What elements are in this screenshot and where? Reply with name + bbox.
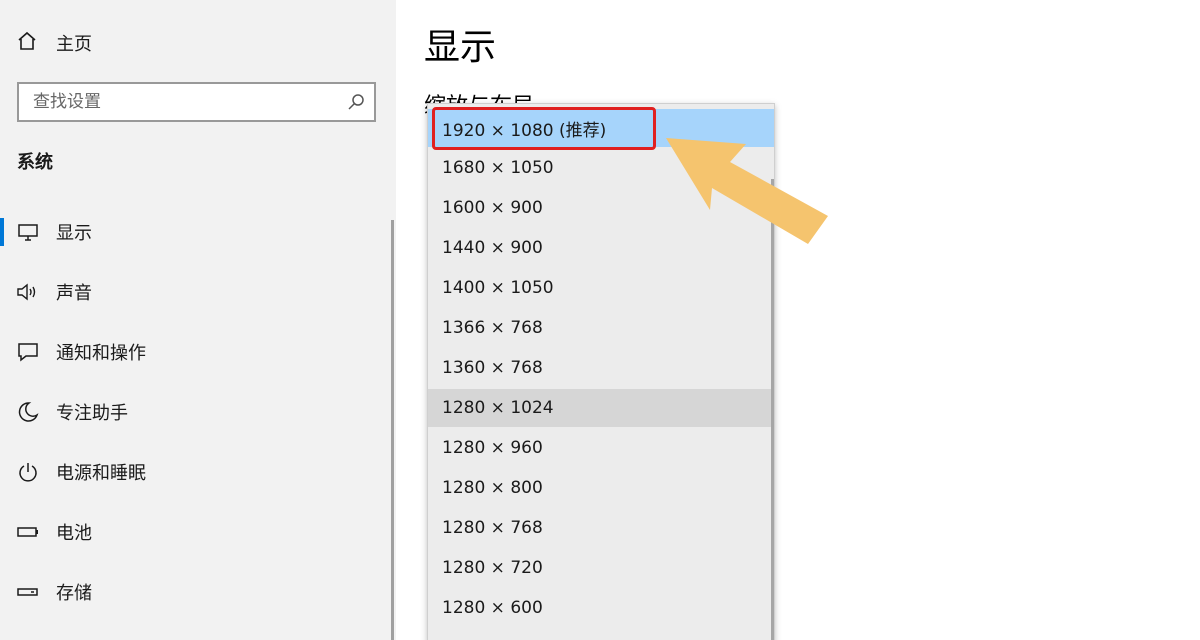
search-icon[interactable] [338,93,374,111]
home-label: 主页 [56,34,92,55]
resolution-option[interactable]: 1280 × 800 [428,469,771,507]
sidebar-item-storage[interactable]: 存储 [0,570,390,614]
section-label: 系统 [17,152,53,173]
resolution-option[interactable]: 1400 × 1050 [428,269,771,307]
moon-icon [16,400,40,424]
battery-icon [16,520,40,544]
home-link[interactable]: 主页 [16,28,92,58]
notification-icon [16,340,40,364]
sidebar-item-label: 存储 [56,583,92,604]
dropdown-scrollbar[interactable] [771,179,774,640]
monitor-icon [16,220,40,244]
sidebar: 主页 系统 显示 声音 通知和操作 专注助手 [0,0,396,640]
sidebar-item-label: 通知和操作 [56,343,146,364]
sidebar-item-display[interactable]: 显示 [0,210,390,254]
highlight-box [432,107,656,150]
sidebar-item-label: 显示 [56,223,92,244]
resolution-option[interactable]: 1366 × 768 [428,309,771,347]
sidebar-item-battery[interactable]: 电池 [0,510,390,554]
home-icon [16,30,38,56]
sidebar-item-label: 声音 [56,283,92,304]
sidebar-item-power-sleep[interactable]: 电源和睡眠 [0,450,390,494]
sidebar-item-sound[interactable]: 声音 [0,270,390,314]
resolution-option[interactable]: 1280 × 960 [428,429,771,467]
resolution-option[interactable]: 1280 × 1024 [428,389,771,427]
sidebar-item-label: 电源和睡眠 [56,463,146,484]
sidebar-item-notifications[interactable]: 通知和操作 [0,330,390,374]
resolution-option[interactable]: 1280 × 768 [428,509,771,547]
sidebar-item-focus-assist[interactable]: 专注助手 [0,390,390,434]
annotation-arrow-icon [666,138,828,244]
resolution-option[interactable]: 1280 × 720 [428,549,771,587]
search-box[interactable] [17,82,376,122]
search-input[interactable] [33,92,338,112]
sidebar-scrollbar[interactable] [391,220,394,640]
resolution-option[interactable]: 1360 × 768 [428,349,771,387]
storage-icon [16,580,40,604]
speaker-icon [16,280,40,304]
page-title: 显示 [424,27,497,68]
power-icon [16,460,40,484]
sidebar-item-label: 专注助手 [56,403,128,424]
resolution-option[interactable]: 1280 × 600 [428,589,771,627]
sidebar-item-label: 电池 [56,523,92,544]
active-indicator [0,218,4,246]
